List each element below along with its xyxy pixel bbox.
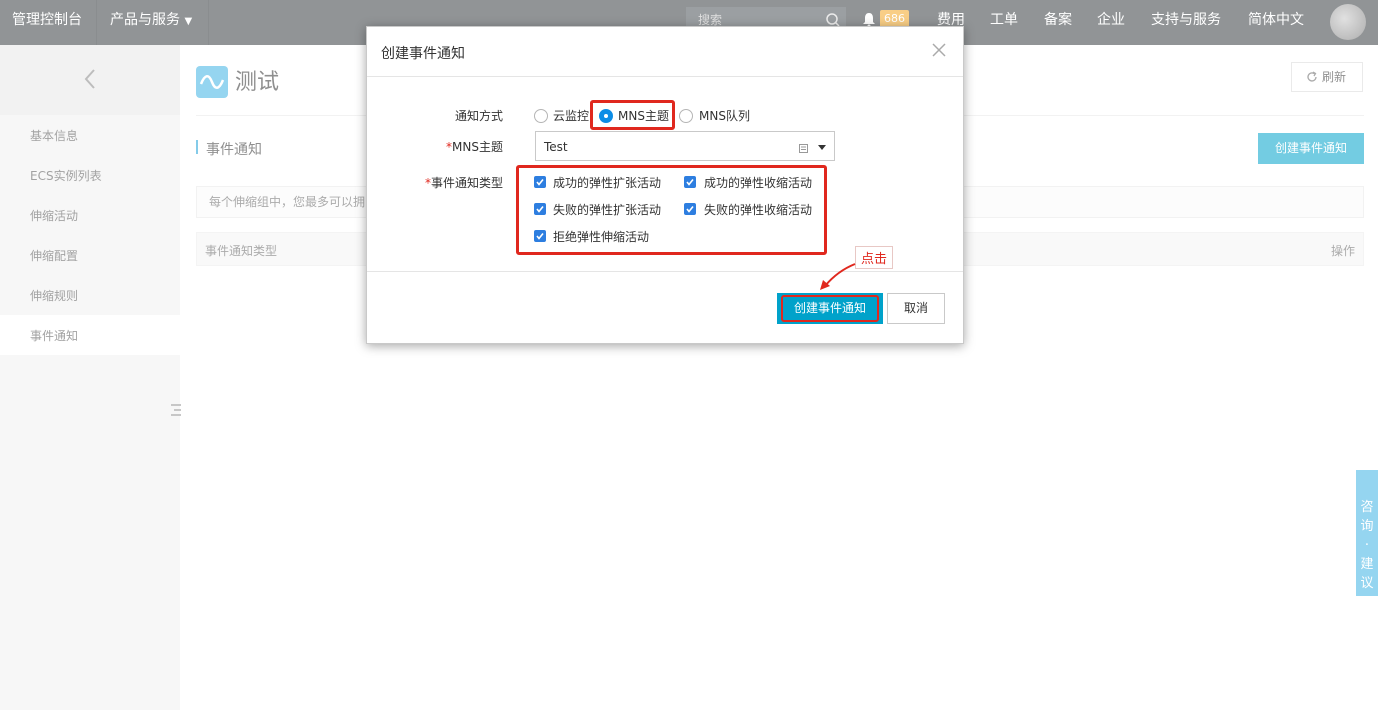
cancel-button[interactable]: 取消	[887, 293, 945, 324]
radio-cloud-monitor-label[interactable]: 云监控	[553, 107, 589, 124]
arrow-icon	[820, 263, 856, 290]
checkbox-scale-in-failure-label[interactable]: 失败的弹性收缩活动	[704, 201, 812, 218]
check-icon	[536, 233, 544, 240]
checkbox-scale-in-success[interactable]	[684, 176, 696, 188]
checkbox-scale-out-failure[interactable]	[534, 203, 546, 215]
checkbox-scale-in-failure[interactable]	[684, 203, 696, 215]
notify-method-label: 通知方式	[454, 109, 503, 123]
event-type-label: *事件通知类型	[373, 174, 503, 191]
mns-topic-highlight	[590, 100, 675, 130]
dialog-footer-divider	[367, 271, 963, 272]
click-callout: 点击	[855, 246, 894, 269]
check-icon	[536, 206, 544, 213]
mns-topic-label: *MNS主题	[373, 138, 503, 155]
check-icon	[686, 179, 694, 186]
dialog-title: 创建事件通知	[381, 46, 465, 62]
mns-topic-select[interactable]: Test	[535, 131, 835, 161]
event-type-label-text: 事件通知类型	[430, 176, 503, 190]
radio-cloud-monitor[interactable]	[534, 109, 548, 123]
close-icon[interactable]	[931, 42, 947, 58]
list-icon	[799, 142, 808, 153]
radio-mns-queue[interactable]	[679, 109, 693, 123]
checkbox-scale-in-success-label[interactable]: 成功的弹性收缩活动	[704, 174, 812, 191]
dialog-header: 创建事件通知	[367, 27, 963, 77]
checkbox-scaling-rejected-label[interactable]: 拒绝弹性伸缩活动	[553, 228, 649, 245]
create-event-notification-dialog: 创建事件通知 通知方式 云监控 MNS主题 MNS队列 *MNS主题 Test …	[366, 26, 964, 344]
radio-mns-queue-label[interactable]: MNS队列	[699, 107, 750, 124]
checkbox-scale-out-failure-label[interactable]: 失败的弹性扩张活动	[553, 201, 661, 218]
check-icon	[686, 206, 694, 213]
chevron-down-icon	[818, 145, 826, 150]
checkbox-scaling-rejected[interactable]	[534, 230, 546, 242]
checkbox-scale-out-success-label[interactable]: 成功的弹性扩张活动	[553, 174, 661, 191]
submit-button-highlight	[781, 295, 879, 322]
mns-topic-label-text: MNS主题	[452, 140, 503, 154]
checkbox-scale-out-success[interactable]	[534, 176, 546, 188]
mns-topic-value: Test	[544, 140, 568, 154]
check-icon	[536, 179, 544, 186]
